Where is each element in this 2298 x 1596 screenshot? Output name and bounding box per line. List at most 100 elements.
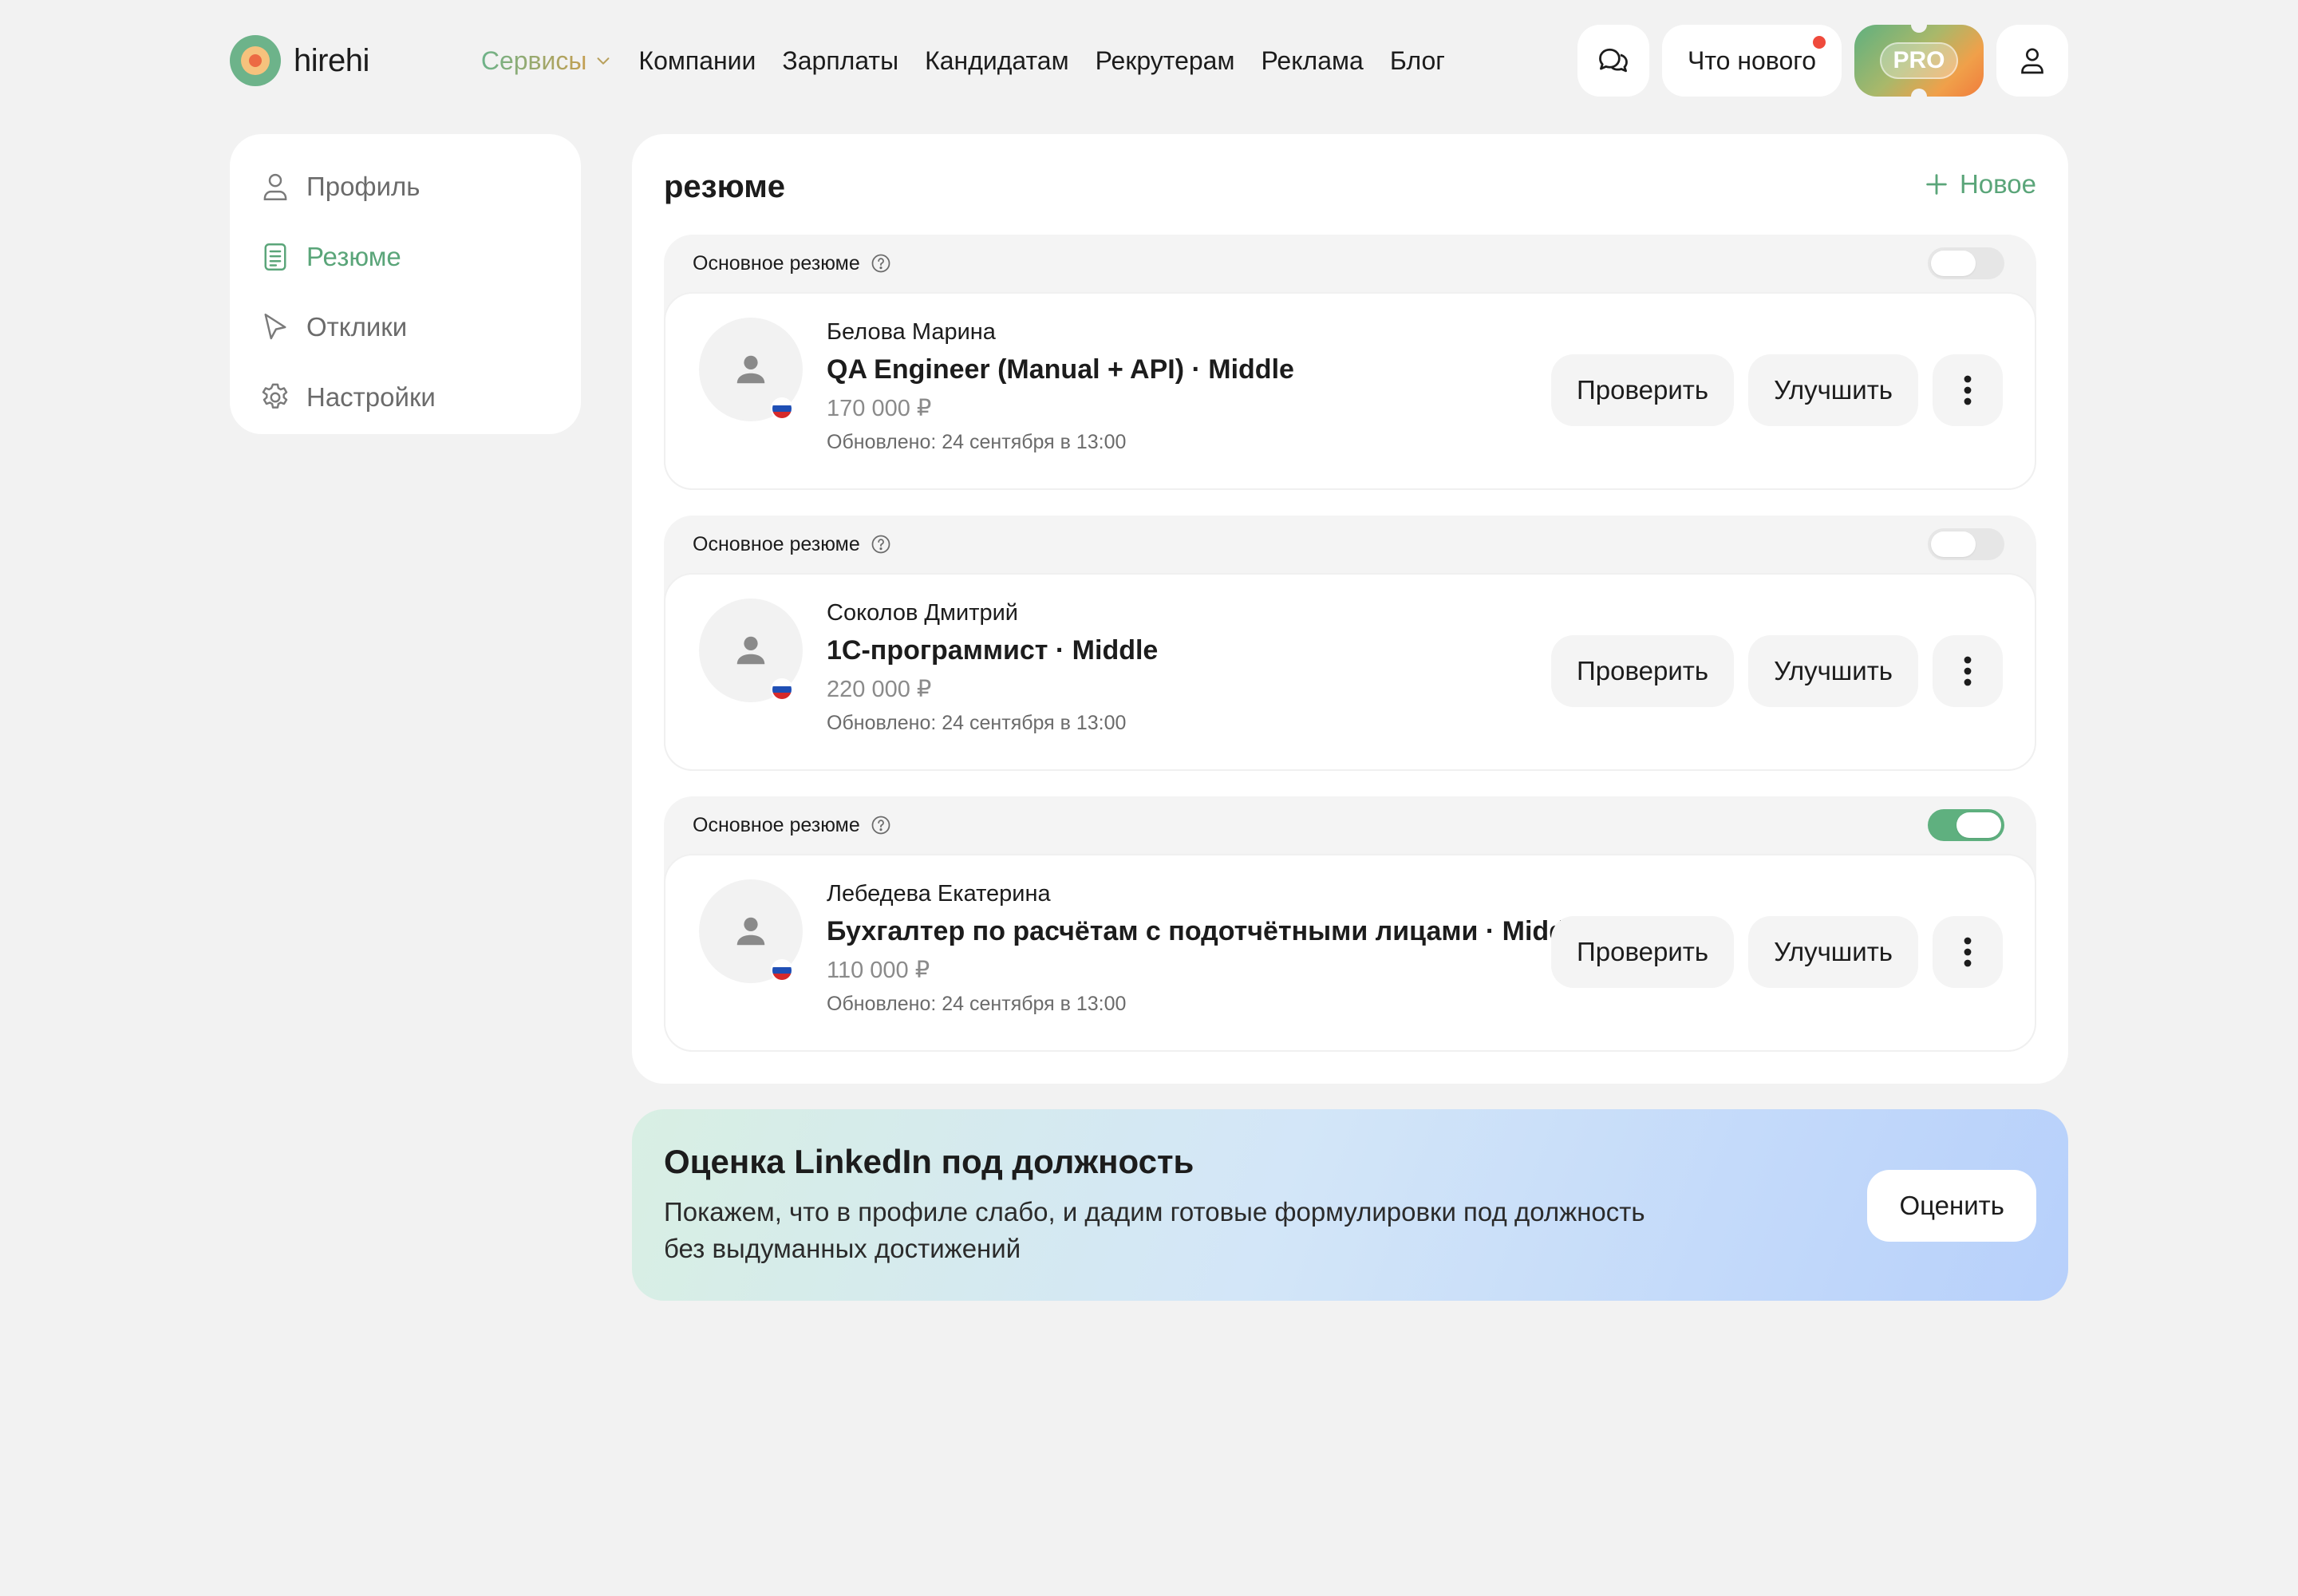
help-icon[interactable]: [870, 533, 892, 555]
improve-button[interactable]: Улучшить: [1748, 635, 1918, 707]
primary-resume-toggle[interactable]: [1928, 528, 2004, 560]
notification-dot: [1813, 36, 1826, 49]
chat-button[interactable]: [1577, 25, 1650, 97]
russia-flag-icon: [771, 959, 793, 982]
main-nav: Сервисы Компании Зарплаты Кандидатам Рек…: [481, 46, 1445, 76]
chat-icon: [1599, 48, 1628, 73]
resume-item: Основное резюме Лебедева Екатерина Бухга…: [664, 796, 2036, 1052]
person-icon: [736, 636, 765, 665]
document-icon: [264, 243, 286, 271]
person-icon: [736, 355, 765, 384]
user-icon: [263, 173, 287, 200]
new-resume-button[interactable]: Новое: [1923, 169, 2036, 200]
header-actions: Что нового PRO: [1577, 17, 2068, 105]
resume-title[interactable]: Бухгалтер по расчётам с подотчётными лиц…: [827, 916, 1588, 947]
primary-resume-row: Основное резюме: [693, 235, 892, 292]
nav-blog[interactable]: Блог: [1390, 46, 1445, 76]
more-vertical-icon: [1964, 375, 1972, 405]
gear-icon: [262, 383, 288, 409]
resume-owner-name: Соколов Дмитрий: [827, 600, 1019, 626]
nav-services[interactable]: Сервисы: [481, 46, 613, 76]
sidebar-item-resume[interactable]: Резюме: [259, 222, 552, 292]
resume-owner-name: Лебедева Екатерина: [827, 881, 1051, 907]
sidebar-item-label: Профиль: [306, 172, 421, 201]
toggle-knob: [1956, 812, 2001, 838]
resume-salary: 220 000 ₽: [827, 677, 932, 702]
resume-title[interactable]: QA Engineer (Manual + API) · Middle: [827, 354, 1294, 385]
improve-button[interactable]: Улучшить: [1748, 354, 1918, 426]
toggle-knob: [1931, 531, 1976, 557]
more-vertical-icon: [1964, 656, 1972, 686]
russia-flag-icon: [771, 678, 793, 701]
plus-icon: [1926, 174, 1947, 195]
page-title: резюме: [664, 169, 786, 204]
resume-item: Основное резюме Белова Марина QA Enginee…: [664, 235, 2036, 490]
top-header: hirehi Сервисы Компании Зарплаты Кандида…: [230, 17, 2068, 105]
nav-ads[interactable]: Реклама: [1261, 46, 1363, 76]
more-vertical-icon: [1964, 937, 1972, 967]
more-button[interactable]: [1933, 354, 2003, 426]
resume-actions: Проверить Улучшить: [1551, 916, 2003, 988]
whats-new-label: Что нового: [1688, 45, 1816, 75]
nav-candidates[interactable]: Кандидатам: [925, 46, 1069, 76]
sidebar-item-responses[interactable]: Отклики: [259, 292, 552, 362]
more-button[interactable]: [1933, 635, 2003, 707]
new-resume-label: Новое: [1959, 169, 2036, 199]
russia-flag-icon: [771, 397, 793, 420]
nav-companies[interactable]: Компании: [638, 46, 756, 76]
sidebar-item-settings[interactable]: Настройки: [259, 362, 552, 433]
primary-resume-row: Основное резюме: [693, 796, 892, 854]
resume-salary: 110 000 ₽: [827, 958, 930, 983]
promo-title: Оценка LinkedIn под должность: [664, 1143, 1194, 1180]
resume-updated: Обновлено: 24 сентября в 13:00: [827, 712, 1127, 734]
check-button[interactable]: Проверить: [1551, 635, 1735, 707]
pro-button[interactable]: PRO: [1854, 17, 1984, 105]
resume-item: Основное резюме Соколов Дмитрий 1С-прогр…: [664, 516, 2036, 771]
whats-new-button[interactable]: Что нового: [1662, 25, 1842, 97]
primary-resume-row: Основное резюме: [693, 516, 892, 573]
user-icon: [2021, 48, 2043, 74]
logo-mark-icon: [230, 35, 281, 86]
help-icon[interactable]: [870, 814, 892, 836]
sidebar-item-label: Отклики: [306, 312, 408, 342]
nav-services-label: Сервисы: [480, 45, 587, 75]
promo-text: Покажем, что в профиле слабо, и дадим го…: [664, 1197, 1645, 1263]
sidebar: Профиль Резюме Отклики Настройки: [230, 134, 581, 434]
sidebar-item-label: Настройки: [306, 382, 436, 412]
evaluate-button[interactable]: Оценить: [1867, 1170, 2036, 1242]
resume-title[interactable]: 1С-программист · Middle: [827, 635, 1158, 666]
improve-button[interactable]: Улучшить: [1748, 916, 1918, 988]
resume-card[interactable]: Лебедева Екатерина Бухгалтер по расчётам…: [664, 854, 2036, 1052]
chevron-down-icon: [597, 57, 610, 65]
resume-actions: Проверить Улучшить: [1551, 354, 2003, 426]
resume-card[interactable]: Белова Марина QA Engineer (Manual + API)…: [664, 292, 2036, 490]
resume-owner-name: Белова Марина: [827, 319, 996, 345]
resume-panel: резюме Новое Основное резюме Белова Мари…: [632, 134, 2068, 1084]
resume-actions: Проверить Улучшить: [1551, 635, 2003, 707]
toggle-knob: [1931, 251, 1976, 276]
more-button[interactable]: [1933, 916, 2003, 988]
resume-updated: Обновлено: 24 сентября в 13:00: [827, 993, 1127, 1015]
logo-text: hirehi: [294, 42, 369, 78]
nav-recruiters[interactable]: Рекрутерам: [1096, 46, 1235, 76]
primary-resume-label: Основное резюме: [693, 813, 860, 836]
sidebar-item-label: Резюме: [306, 242, 401, 271]
pro-label: PRO: [1880, 42, 1958, 79]
logo[interactable]: hirehi: [230, 35, 369, 86]
primary-resume-label: Основное резюме: [693, 532, 860, 555]
primary-resume-toggle[interactable]: [1928, 247, 2004, 279]
resume-updated: Обновлено: 24 сентября в 13:00: [827, 431, 1127, 453]
resume-card[interactable]: Соколов Дмитрий 1С-программист · Middle …: [664, 573, 2036, 771]
linkedin-promo-banner: Оценка LinkedIn под должность Покажем, ч…: [632, 1109, 2068, 1301]
check-button[interactable]: Проверить: [1551, 354, 1735, 426]
cursor-icon: [264, 314, 286, 340]
account-button[interactable]: [1996, 25, 2068, 97]
help-icon[interactable]: [870, 252, 892, 275]
sidebar-item-profile[interactable]: Профиль: [259, 152, 552, 222]
person-icon: [736, 917, 765, 946]
primary-resume-toggle[interactable]: [1928, 809, 2004, 841]
nav-salaries[interactable]: Зарплаты: [782, 46, 898, 76]
check-button[interactable]: Проверить: [1551, 916, 1735, 988]
resume-salary: 170 000 ₽: [827, 396, 932, 421]
primary-resume-label: Основное резюме: [693, 251, 860, 275]
